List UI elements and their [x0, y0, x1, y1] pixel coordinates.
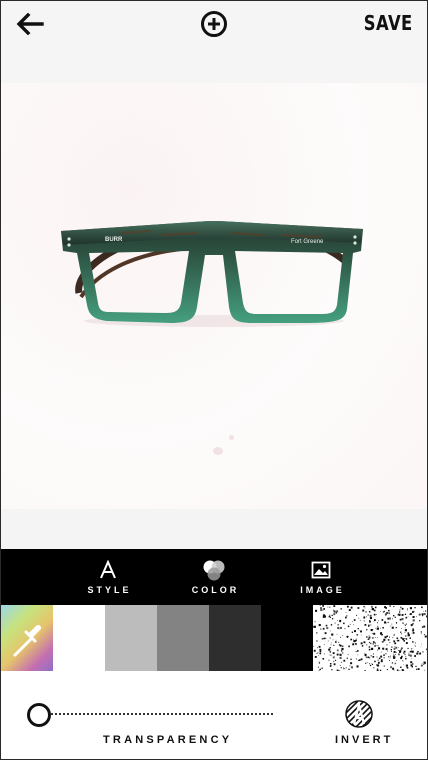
photo-canvas[interactable]: BURR Fort Greene [1, 83, 427, 509]
circle-plus-icon [201, 11, 227, 37]
swatch-texture[interactable] [313, 605, 427, 671]
app-frame: SAVE BURR Fort Greene STYLE COLOR IMAGE … [0, 0, 428, 760]
invert-hatch-icon [345, 700, 373, 728]
save-button[interactable]: SAVE [364, 11, 413, 35]
swatch-light-gray[interactable] [105, 605, 157, 671]
invert-label: INVERT [335, 734, 394, 746]
tool-image-label: IMAGE [300, 585, 345, 595]
swatch-gradient-eyedropper[interactable] [1, 605, 53, 671]
swatch-dark-gray[interactable] [209, 605, 261, 671]
invert-button[interactable]: INVERT [335, 699, 390, 755]
texture-pattern [313, 605, 427, 671]
color-circles-icon [203, 560, 225, 581]
tool-style-label: STYLE [87, 585, 132, 595]
back-button[interactable] [13, 9, 47, 39]
add-button[interactable] [199, 9, 229, 39]
color-swatch-row [1, 605, 427, 671]
top-bar: SAVE [1, 1, 427, 83]
arrow-left-icon [16, 13, 44, 35]
transparency-label: TRANSPARENCY [103, 734, 233, 746]
canvas-bottom-area [1, 509, 427, 549]
image-icon [311, 561, 331, 579]
tool-color[interactable]: COLOR [174, 549, 254, 605]
eyeglasses-image: BURR Fort Greene [61, 221, 363, 327]
bottom-controls: TRANSPARENCY INVERT [1, 671, 427, 759]
tool-bar: STYLE COLOR IMAGE [1, 549, 427, 605]
swatch-gray[interactable] [157, 605, 209, 671]
eyedropper-icon [13, 624, 42, 657]
tool-style[interactable]: STYLE [68, 549, 148, 605]
swatch-white[interactable] [53, 605, 105, 671]
text-style-icon [100, 560, 116, 579]
tool-color-label: COLOR [191, 585, 240, 595]
glasses-model-text: Fort Greene [291, 239, 324, 245]
slider-knob[interactable] [27, 703, 51, 727]
swatch-black[interactable] [261, 605, 313, 671]
slider-track [47, 713, 273, 715]
glasses-brand-text: BURR [105, 237, 123, 243]
transparency-slider[interactable] [27, 701, 277, 727]
tool-image[interactable]: IMAGE [281, 549, 361, 605]
